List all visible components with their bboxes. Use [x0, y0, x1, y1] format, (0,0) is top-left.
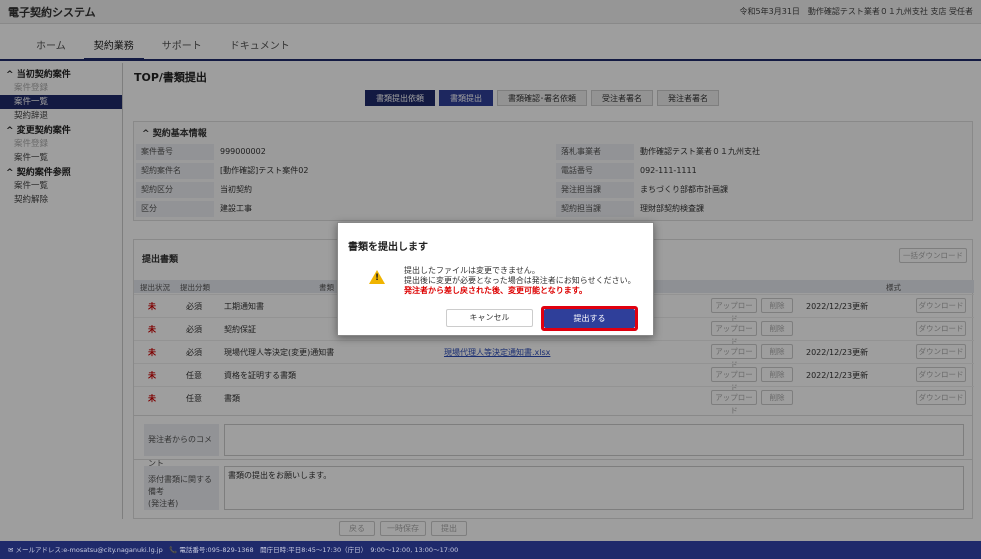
submit-button[interactable]: 提出する — [544, 309, 635, 328]
submit-confirm-dialog: 書類を提出します ! 提出したファイルは変更できません。 提出後に変更が必要とな… — [337, 222, 654, 336]
warning-icon-mark: ! — [374, 273, 380, 283]
dialog-title: 書類を提出します — [348, 242, 428, 253]
dialog-message: 提出したファイルは変更できません。 提出後に変更が必要となった場合は発注者にお知… — [404, 266, 636, 295]
cancel-button[interactable]: キャンセル — [446, 309, 533, 327]
footer: ✉ メールアドレス:e-mosatsu@city.naganuki.lg.jp … — [0, 541, 981, 559]
